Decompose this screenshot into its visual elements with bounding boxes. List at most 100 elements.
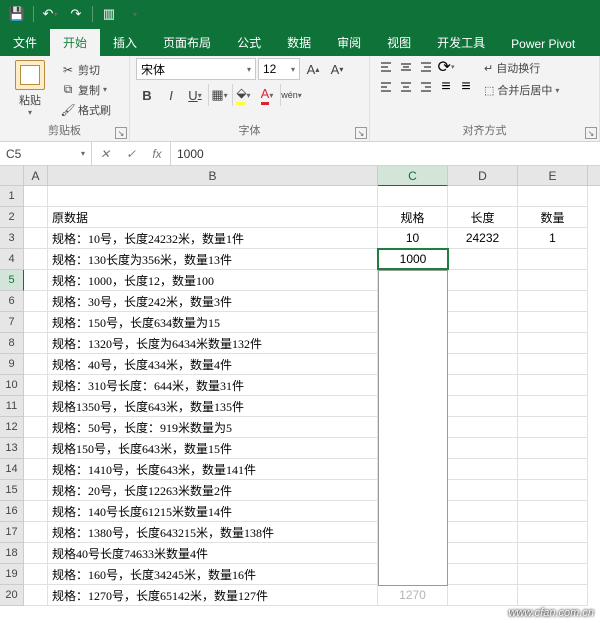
cell[interactable]: 规格：50号，长度：919米数量为5 bbox=[48, 417, 378, 438]
cell[interactable] bbox=[448, 312, 518, 333]
cell[interactable] bbox=[24, 480, 48, 501]
row-header[interactable]: 1 bbox=[0, 186, 24, 207]
row-header[interactable]: 9 bbox=[0, 354, 24, 375]
underline-button[interactable]: U▾ bbox=[184, 84, 206, 106]
align-center-button[interactable] bbox=[396, 78, 416, 96]
cell[interactable] bbox=[448, 585, 518, 606]
row-header[interactable]: 4 bbox=[0, 249, 24, 270]
cell[interactable] bbox=[448, 480, 518, 501]
tab-developer[interactable]: 开发工具 bbox=[424, 29, 498, 56]
tab-home[interactable]: 开始 bbox=[50, 29, 100, 56]
cell[interactable] bbox=[24, 270, 48, 291]
cell[interactable]: 1320 bbox=[378, 333, 448, 354]
cell[interactable]: 规格150号，长度643米，数量15件 bbox=[48, 438, 378, 459]
name-box[interactable]: C5▾ bbox=[0, 142, 92, 165]
cell[interactable] bbox=[448, 186, 518, 207]
tab-formulas[interactable]: 公式 bbox=[224, 29, 274, 56]
cell[interactable]: 规格：310号长度：644米，数量31件 bbox=[48, 375, 378, 396]
cell[interactable] bbox=[518, 543, 588, 564]
cell[interactable] bbox=[518, 501, 588, 522]
wrap-text-button[interactable]: ↵自动换行 bbox=[480, 58, 563, 78]
cell[interactable] bbox=[518, 375, 588, 396]
cell[interactable] bbox=[518, 249, 588, 270]
copy-button[interactable]: ⧉复制 ▾ bbox=[58, 80, 114, 99]
cell[interactable] bbox=[518, 354, 588, 375]
accept-formula-icon[interactable]: ✓ bbox=[118, 147, 144, 161]
row-header[interactable]: 6 bbox=[0, 291, 24, 312]
font-name-select[interactable]: 宋体▾ bbox=[136, 58, 256, 80]
undo-icon[interactable]: ↶▾ bbox=[37, 2, 63, 26]
cell[interactable] bbox=[378, 270, 448, 291]
cell[interactable] bbox=[448, 354, 518, 375]
cell[interactable] bbox=[448, 417, 518, 438]
cell[interactable]: 规格 bbox=[378, 207, 448, 228]
qat-item-icon[interactable]: ▥ bbox=[96, 2, 122, 26]
cell[interactable]: 24232 bbox=[448, 228, 518, 249]
cell[interactable]: 150 bbox=[378, 312, 448, 333]
cell[interactable]: 150 bbox=[378, 438, 448, 459]
cell[interactable] bbox=[448, 438, 518, 459]
tab-insert[interactable]: 插入 bbox=[100, 29, 150, 56]
cell[interactable] bbox=[518, 291, 588, 312]
align-bottom-button[interactable] bbox=[416, 58, 436, 76]
cell[interactable] bbox=[48, 186, 378, 207]
cell[interactable] bbox=[24, 564, 48, 585]
increase-indent-button[interactable]: ≡ bbox=[456, 78, 476, 96]
cell[interactable]: 原数据 bbox=[48, 207, 378, 228]
cell[interactable] bbox=[518, 522, 588, 543]
row-header[interactable]: 19 bbox=[0, 564, 24, 585]
dialog-launcher-icon[interactable]: ↘ bbox=[585, 127, 597, 139]
cell[interactable]: 规格：1410号，长度643米，数量141件 bbox=[48, 459, 378, 480]
cell[interactable] bbox=[24, 543, 48, 564]
row-header[interactable]: 13 bbox=[0, 438, 24, 459]
cell[interactable] bbox=[24, 354, 48, 375]
merge-center-button[interactable]: ⬚合并后居中 ▾ bbox=[480, 80, 563, 100]
cell[interactable]: 1270 bbox=[378, 585, 448, 606]
cell[interactable] bbox=[24, 186, 48, 207]
row-header[interactable]: 2 bbox=[0, 207, 24, 228]
align-middle-button[interactable] bbox=[396, 58, 416, 76]
bold-button[interactable]: B bbox=[136, 84, 158, 106]
cell[interactable] bbox=[24, 228, 48, 249]
dialog-launcher-icon[interactable]: ↘ bbox=[355, 127, 367, 139]
tab-data[interactable]: 数据 bbox=[274, 29, 324, 56]
cell[interactable]: 50 bbox=[378, 417, 448, 438]
cell[interactable]: 规格1350号，长度643米，数量135件 bbox=[48, 396, 378, 417]
cell[interactable] bbox=[448, 543, 518, 564]
cell[interactable]: 10 bbox=[378, 228, 448, 249]
tab-view[interactable]: 视图 bbox=[374, 29, 424, 56]
cell[interactable] bbox=[24, 417, 48, 438]
orientation-button[interactable]: ⟳▾ bbox=[436, 58, 456, 76]
cell[interactable] bbox=[24, 207, 48, 228]
save-icon[interactable]: 💾 bbox=[4, 2, 30, 26]
qat-customize-caret-icon[interactable]: ▾ bbox=[122, 2, 148, 26]
align-right-button[interactable] bbox=[416, 78, 436, 96]
cell[interactable]: 规格：10号，长度24232米，数量1件 bbox=[48, 228, 378, 249]
cell[interactable]: 规格：140号长度61215米数量14件 bbox=[48, 501, 378, 522]
row-header[interactable]: 15 bbox=[0, 480, 24, 501]
cell[interactable]: 140 bbox=[378, 501, 448, 522]
cell[interactable] bbox=[448, 564, 518, 585]
col-header-C[interactable]: C bbox=[378, 166, 448, 186]
cell[interactable] bbox=[518, 396, 588, 417]
cell[interactable] bbox=[518, 333, 588, 354]
col-header-B[interactable]: B bbox=[48, 166, 378, 185]
cell[interactable] bbox=[448, 375, 518, 396]
row-header[interactable]: 12 bbox=[0, 417, 24, 438]
fx-icon[interactable]: fx bbox=[144, 147, 170, 161]
cell[interactable]: 规格：1380号，长度643215米，数量138件 bbox=[48, 522, 378, 543]
dialog-launcher-icon[interactable]: ↘ bbox=[115, 127, 127, 139]
cell[interactable]: 规格：40号，长度434米，数量4件 bbox=[48, 354, 378, 375]
row-header[interactable]: 16 bbox=[0, 501, 24, 522]
cell[interactable] bbox=[24, 522, 48, 543]
cell[interactable] bbox=[448, 501, 518, 522]
cell[interactable] bbox=[518, 585, 588, 606]
row-header[interactable]: 8 bbox=[0, 333, 24, 354]
cell[interactable] bbox=[24, 375, 48, 396]
cell[interactable]: 规格40号长度74633米数量4件 bbox=[48, 543, 378, 564]
cell[interactable] bbox=[448, 270, 518, 291]
cell[interactable]: 20 bbox=[378, 480, 448, 501]
font-size-select[interactable]: 12▾ bbox=[258, 58, 300, 80]
cell[interactable]: 规格：150号，长度634数量为15 bbox=[48, 312, 378, 333]
col-header-A[interactable]: A bbox=[24, 166, 48, 185]
